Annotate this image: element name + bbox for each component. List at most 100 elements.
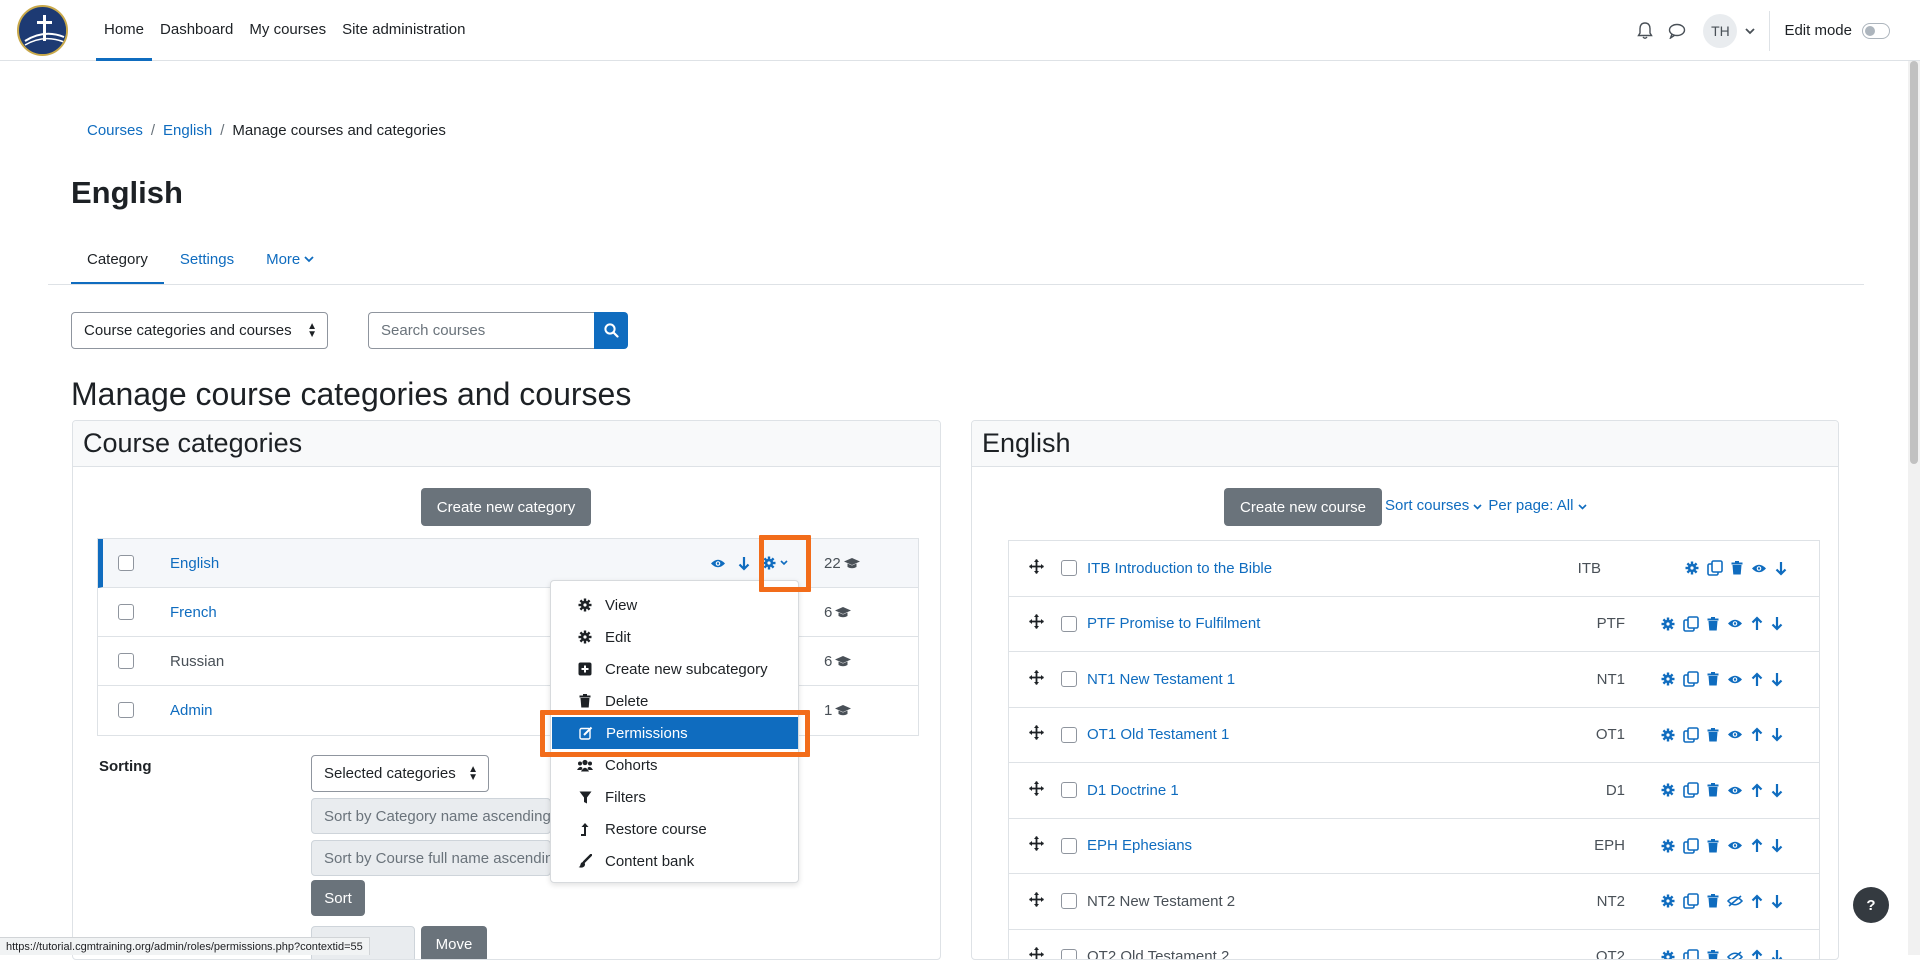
arrow-up-icon[interactable]: [1751, 838, 1763, 853]
gear-icon[interactable]: [1661, 672, 1675, 686]
eye-icon[interactable]: [1751, 563, 1767, 574]
page-scrollbar[interactable]: [1908, 61, 1920, 955]
menu-item-permissions[interactable]: Permissions: [552, 717, 798, 749]
nav-my-courses[interactable]: My courses: [241, 0, 334, 61]
arrow-down-icon[interactable]: [738, 556, 750, 571]
move-icon[interactable]: [1029, 670, 1044, 689]
copy-icon[interactable]: [1683, 949, 1699, 960]
menu-item-filters[interactable]: Filters: [551, 781, 798, 813]
course-row[interactable]: OT2 Old Testament 2OT2: [1009, 930, 1819, 960]
move-icon[interactable]: [1029, 892, 1044, 911]
course-checkbox[interactable]: [1061, 727, 1077, 743]
edit-mode-switch[interactable]: [1862, 23, 1890, 39]
course-name-link[interactable]: EPH Ephesians: [1087, 837, 1192, 854]
trash-icon[interactable]: [1707, 672, 1719, 686]
course-row[interactable]: OT1 Old Testament 1OT1: [1009, 708, 1819, 764]
arrow-down-icon[interactable]: [1771, 783, 1783, 798]
gear-icon[interactable]: [1685, 561, 1699, 575]
sort-courses-select[interactable]: Sort by Course full name ascending: [311, 840, 551, 876]
eye-slash-icon[interactable]: [1727, 951, 1743, 960]
menu-item-restore-course[interactable]: Restore course: [551, 813, 798, 845]
menu-item-content-bank[interactable]: Content bank: [551, 845, 798, 877]
per-page-dropdown[interactable]: Per page: All: [1488, 497, 1586, 514]
category-actions-menu-button[interactable]: [762, 556, 788, 570]
breadcrumb-courses[interactable]: Courses: [87, 122, 143, 139]
copy-icon[interactable]: [1683, 727, 1699, 743]
category-name-link[interactable]: Admin: [170, 702, 213, 719]
course-name-link[interactable]: OT1 Old Testament 1: [1087, 726, 1229, 743]
gear-icon[interactable]: [1661, 617, 1675, 631]
copy-icon[interactable]: [1683, 838, 1699, 854]
course-checkbox[interactable]: [1061, 949, 1077, 960]
menu-item-edit[interactable]: Edit: [551, 621, 798, 653]
course-checkbox[interactable]: [1061, 782, 1077, 798]
nav-home[interactable]: Home: [96, 0, 152, 61]
copy-icon[interactable]: [1683, 671, 1699, 687]
trash-icon[interactable]: [1707, 617, 1719, 631]
sort-courses-dropdown[interactable]: Sort courses: [1385, 497, 1482, 514]
course-row[interactable]: NT1 New Testament 1NT1: [1009, 652, 1819, 708]
trash-icon[interactable]: [1707, 783, 1719, 797]
nav-dashboard[interactable]: Dashboard: [152, 0, 241, 61]
create-new-course-button[interactable]: Create new course: [1224, 488, 1382, 526]
search-input[interactable]: [368, 312, 594, 349]
course-checkbox[interactable]: [1061, 671, 1077, 687]
gear-icon[interactable]: [1661, 783, 1675, 797]
category-checkbox[interactable]: [118, 702, 134, 718]
course-checkbox[interactable]: [1061, 838, 1077, 854]
sort-button[interactable]: Sort: [311, 880, 365, 916]
course-row[interactable]: ITB Introduction to the BibleITB: [1009, 541, 1819, 597]
course-name-link[interactable]: ITB Introduction to the Bible: [1087, 560, 1272, 577]
course-row[interactable]: EPH EphesiansEPH: [1009, 819, 1819, 875]
move-icon[interactable]: [1029, 614, 1044, 633]
copy-icon[interactable]: [1683, 893, 1699, 909]
course-checkbox[interactable]: [1061, 616, 1077, 632]
course-row[interactable]: D1 Doctrine 1D1: [1009, 763, 1819, 819]
menu-item-delete[interactable]: Delete: [551, 685, 798, 717]
arrow-down-icon[interactable]: [1771, 838, 1783, 853]
arrow-up-icon[interactable]: [1751, 783, 1763, 798]
course-name-link[interactable]: D1 Doctrine 1: [1087, 782, 1179, 799]
course-name-link[interactable]: NT1 New Testament 1: [1087, 671, 1235, 688]
menu-item-create-subcategory[interactable]: Create new subcategory: [551, 653, 798, 685]
category-name-link[interactable]: English: [170, 555, 219, 572]
eye-icon[interactable]: [1727, 840, 1743, 851]
site-logo[interactable]: [17, 5, 68, 56]
course-row[interactable]: PTF Promise to FulfilmentPTF: [1009, 597, 1819, 653]
view-mode-select[interactable]: Course categories and courses ▲▼: [71, 312, 328, 349]
course-name-link[interactable]: OT2 Old Testament 2: [1087, 948, 1229, 960]
course-row[interactable]: NT2 New Testament 2NT2: [1009, 874, 1819, 930]
course-checkbox[interactable]: [1061, 893, 1077, 909]
sort-categories-select[interactable]: Sort by Category name ascending: [311, 798, 551, 834]
trash-icon[interactable]: [1707, 894, 1719, 908]
eye-slash-icon[interactable]: [1727, 895, 1743, 907]
copy-icon[interactable]: [1683, 782, 1699, 798]
menu-item-cohorts[interactable]: Cohorts: [551, 749, 798, 781]
course-name-link[interactable]: NT2 New Testament 2: [1087, 893, 1235, 910]
copy-icon[interactable]: [1683, 616, 1699, 632]
copy-icon[interactable]: [1707, 560, 1723, 576]
breadcrumb-english[interactable]: English: [163, 122, 212, 139]
sorting-scope-select[interactable]: Selected categories ▲▼: [311, 755, 489, 792]
search-button[interactable]: [594, 312, 628, 349]
category-checkbox[interactable]: [118, 653, 134, 669]
eye-icon[interactable]: [1727, 729, 1743, 740]
move-icon[interactable]: [1029, 725, 1044, 744]
menu-item-view[interactable]: View: [551, 589, 798, 621]
tab-more[interactable]: More: [250, 236, 330, 285]
edit-mode-toggle[interactable]: Edit mode: [1784, 22, 1890, 39]
gear-icon[interactable]: [1661, 839, 1675, 853]
tab-settings[interactable]: Settings: [164, 236, 250, 285]
eye-icon[interactable]: [1727, 674, 1743, 685]
arrow-down-icon[interactable]: [1771, 672, 1783, 687]
arrow-up-icon[interactable]: [1751, 672, 1763, 687]
move-icon[interactable]: [1029, 947, 1044, 960]
category-checkbox[interactable]: [118, 555, 134, 571]
eye-icon[interactable]: [1727, 618, 1743, 629]
course-name-link[interactable]: PTF Promise to Fulfilment: [1087, 615, 1260, 632]
arrow-down-icon[interactable]: [1771, 894, 1783, 909]
move-icon[interactable]: [1029, 836, 1044, 855]
eye-icon[interactable]: [1727, 785, 1743, 796]
notifications-bell-icon[interactable]: [1629, 15, 1661, 47]
trash-icon[interactable]: [1707, 839, 1719, 853]
